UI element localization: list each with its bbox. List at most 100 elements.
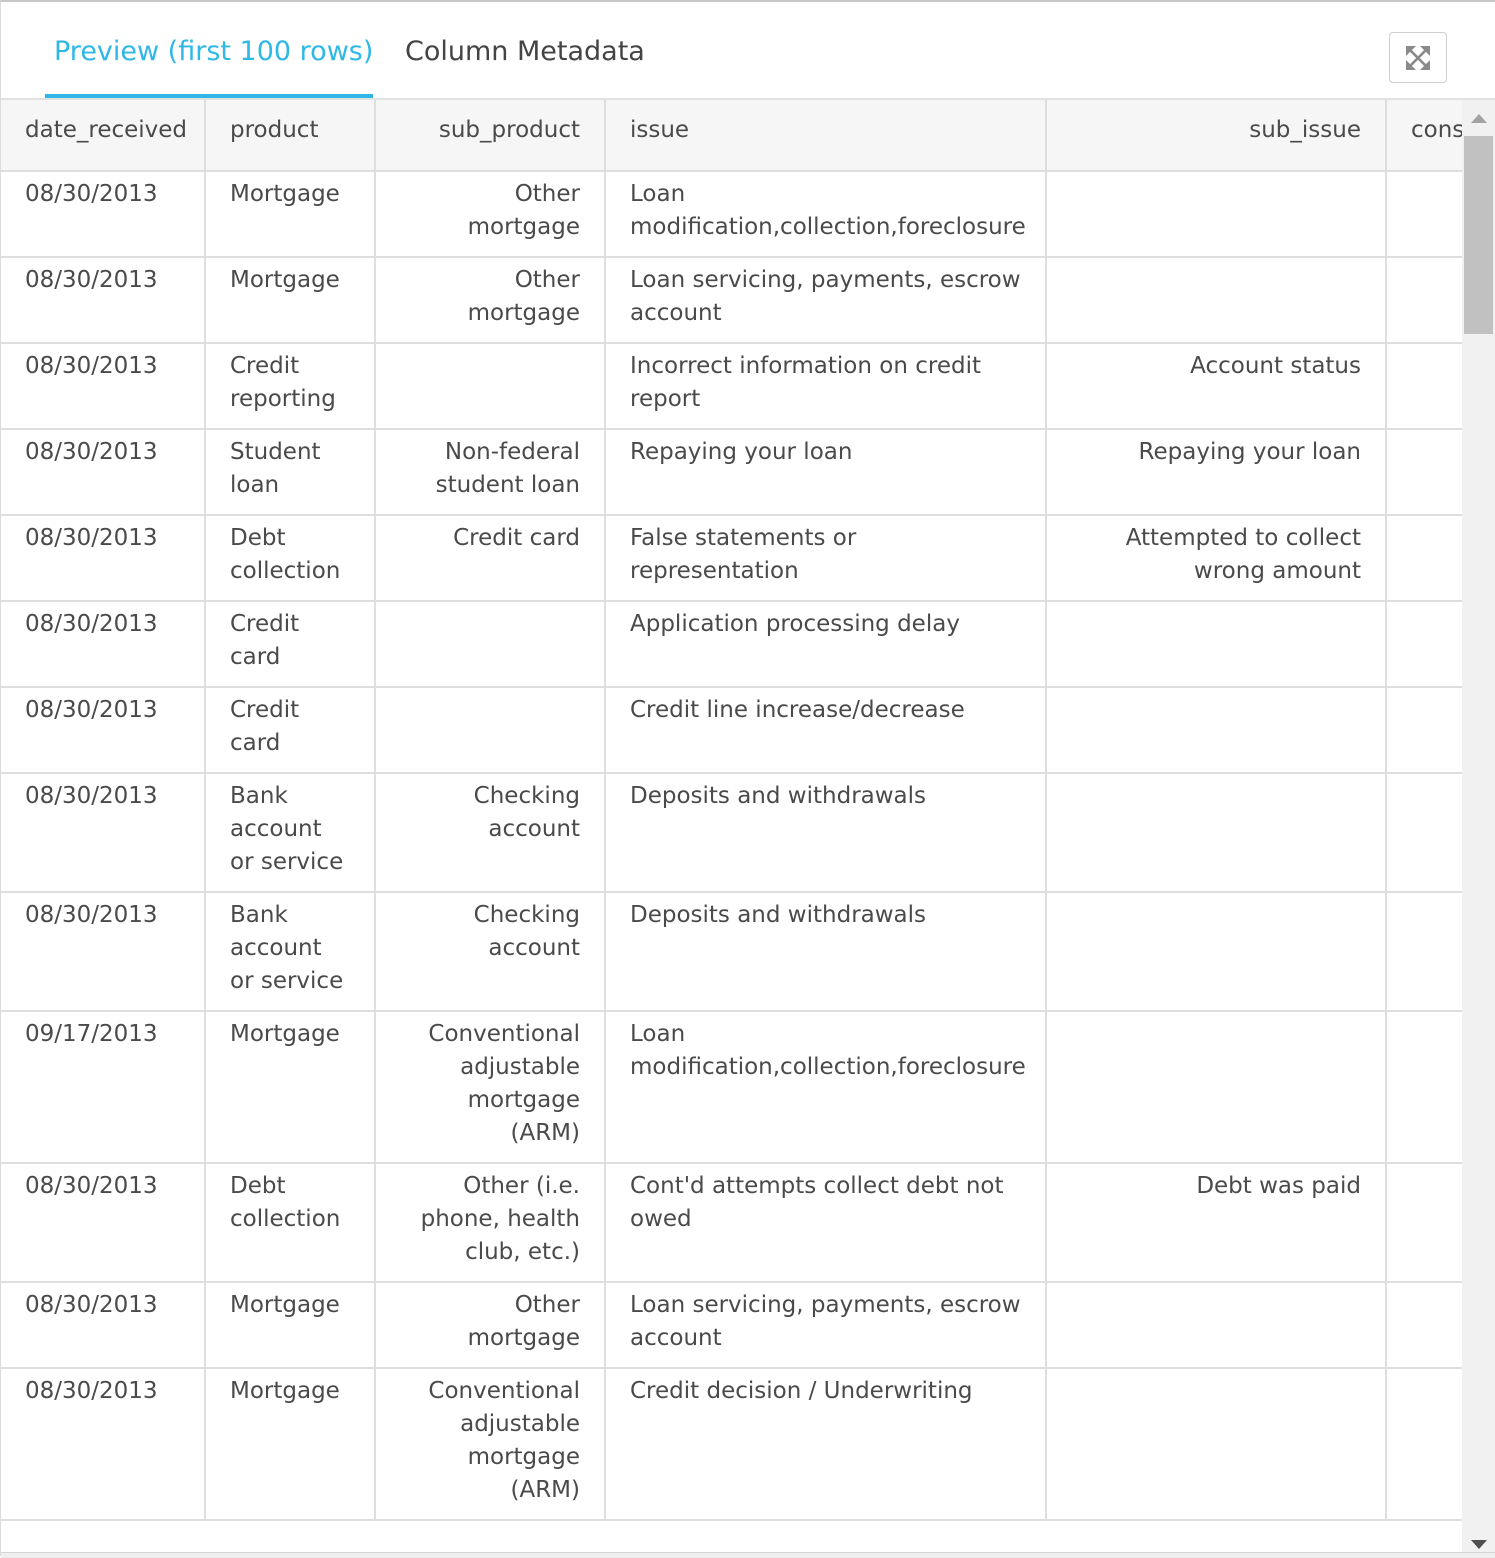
cell-issue: Loan servicing, payments, escrow account [605,257,1047,344]
table-header-row: date_received product sub_product issue … [1,100,1462,172]
dataset-preview-panel: Preview (first 100 rows) Column Metadata [0,0,1495,1558]
active-tab-indicator [45,94,373,98]
cell-product: Bank account or service [205,892,376,1012]
tab-column-metadata[interactable]: Column Metadata [405,34,645,70]
cell-product: Student loan [205,429,376,516]
cell-issue: Incorrect information on credit report [605,343,1047,430]
cell-consumer-complaint [1386,1368,1462,1521]
cell-sub-issue [1046,1011,1387,1164]
scroll-up-arrow-icon[interactable] [1471,114,1487,123]
cell-sub-issue [1046,601,1387,688]
cell-sub-product: Other mortgage [375,171,606,258]
cell-sub-issue [1046,1368,1387,1521]
table-row[interactable]: 08/30/2013 Mortgage Other mortgage Loan mod… [1,171,1462,258]
cell-sub-issue [1046,892,1387,1012]
column-header-sub-product[interactable]: sub_product [375,100,606,172]
cell-sub-issue: Attempted to collect wrong amount [1046,515,1387,602]
cell-consumer-complaint [1386,343,1462,430]
cell-sub-product: Non-federal student loan [375,429,606,516]
preview-table: date_received product sub_product issue … [1,100,1462,1521]
cell-issue: Deposits and withdrawals [605,892,1047,1012]
expand-arrows-icon [1406,45,1430,70]
cell-consumer-complaint [1386,1163,1462,1283]
scroll-down-arrow-icon[interactable] [1471,1540,1487,1549]
cell-sub-issue [1046,257,1387,344]
table-row[interactable]: 08/30/2013 Mortgage Conventional adjustabl… [1,1368,1462,1521]
cell-sub-product [375,687,606,774]
cell-sub-issue [1046,773,1387,893]
cell-issue: False statements or representation [605,515,1047,602]
vertical-scrollbar[interactable] [1462,100,1495,1552]
cell-product: Mortgage [205,1368,376,1521]
table-row[interactable]: 08/30/2013 Bank account or service Checkin… [1,892,1462,1012]
table-row[interactable]: 08/30/2013 Mortgage Other mortgage Loan ser… [1,1282,1462,1369]
cell-sub-product [375,601,606,688]
cell-consumer-complaint [1386,601,1462,688]
cell-date-received: 08/30/2013 [1,343,206,430]
cell-date-received: 08/30/2013 [1,601,206,688]
cell-consumer-complaint [1386,257,1462,344]
table-row[interactable]: 08/30/2013 Bank account or service Checkin… [1,773,1462,893]
table-row[interactable]: 08/30/2013 Mortgage Other mortgage Loan ser… [1,257,1462,344]
cell-sub-product: Checking account [375,773,606,893]
cell-product: Mortgage [205,171,376,258]
cell-date-received: 08/30/2013 [1,1282,206,1369]
scrollbar-thumb[interactable] [1464,136,1493,334]
column-header-sub-issue[interactable]: sub_issue [1046,100,1387,172]
column-header-issue[interactable]: issue [605,100,1047,172]
cell-product: Mortgage [205,257,376,344]
cell-date-received: 08/30/2013 [1,515,206,602]
cell-date-received: 09/17/2013 [1,1011,206,1164]
cell-issue: Repaying your loan [605,429,1047,516]
cell-product: Credit card [205,687,376,774]
table-row[interactable]: 08/30/2013 Credit card Credit line increas… [1,687,1462,774]
cell-date-received: 08/30/2013 [1,429,206,516]
table-row[interactable]: 08/30/2013 Student loan Non-federal studen… [1,429,1462,516]
cell-sub-issue: Repaying your loan [1046,429,1387,516]
column-header-date-received[interactable]: date_received [1,100,206,172]
cell-issue: Credit line increase/decrease [605,687,1047,774]
expand-button[interactable] [1389,32,1447,83]
cell-date-received: 08/30/2013 [1,1368,206,1521]
column-header-consumer-complaint[interactable]: consumer_complaint_narrative [1386,100,1462,172]
cell-date-received: 08/30/2013 [1,1163,206,1283]
horizontal-scrollbar[interactable] [1,1552,1495,1558]
cell-consumer-complaint [1386,171,1462,258]
cell-sub-issue [1046,1282,1387,1369]
table-row[interactable]: 08/30/2013 Debt collection Other (i.e. pho… [1,1163,1462,1283]
cell-issue: Credit decision / Underwriting [605,1368,1047,1521]
tab-preview[interactable]: Preview (first 100 rows) [54,34,373,70]
table-row[interactable]: 09/17/2013 Mortgage Conventional adjustabl… [1,1011,1462,1164]
cell-date-received: 08/30/2013 [1,257,206,344]
tab-bar: Preview (first 100 rows) Column Metadata [1,2,1495,100]
data-grid[interactable]: date_received product sub_product issue … [1,100,1462,1552]
table-row[interactable]: 08/30/2013 Debt collection Credit card Fals… [1,515,1462,602]
cell-consumer-complaint [1386,515,1462,602]
cell-product: Bank account or service [205,773,376,893]
table-row[interactable]: 08/30/2013 Credit card Application process… [1,601,1462,688]
cell-issue: Loan servicing, payments, escrow account [605,1282,1047,1369]
cell-consumer-complaint [1386,892,1462,1012]
column-header-product[interactable]: product [205,100,376,172]
cell-sub-issue: Account status [1046,343,1387,430]
cell-sub-product [375,343,606,430]
cell-issue: Application processing delay [605,601,1047,688]
cell-sub-product: Checking account [375,892,606,1012]
cell-product: Debt collection [205,1163,376,1283]
cell-product: Credit reporting [205,343,376,430]
cell-product: Credit card [205,601,376,688]
cell-consumer-complaint [1386,429,1462,516]
cell-issue: Cont'd attempts collect debt not owed [605,1163,1047,1283]
cell-sub-product: Other (i.e. phone, health club, etc.) [375,1163,606,1283]
cell-consumer-complaint [1386,1282,1462,1369]
cell-sub-issue [1046,171,1387,258]
cell-product: Debt collection [205,515,376,602]
cell-sub-issue [1046,687,1387,774]
cell-sub-product: Other mortgage [375,1282,606,1369]
cell-product: Mortgage [205,1282,376,1369]
cell-date-received: 08/30/2013 [1,687,206,774]
table-row[interactable]: 08/30/2013 Credit reporting Incorrect info… [1,343,1462,430]
cell-consumer-complaint [1386,1011,1462,1164]
cell-issue: Loan modification,collection,foreclosure [605,1011,1047,1164]
cell-sub-product: Credit card [375,515,606,602]
